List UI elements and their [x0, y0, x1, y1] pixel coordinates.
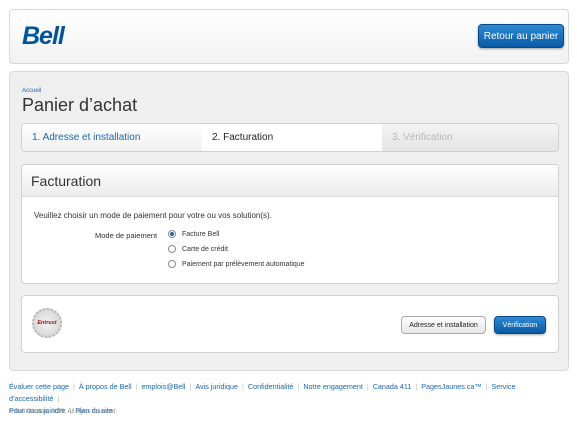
- previous-step-button[interactable]: Adresse et installation: [401, 316, 486, 334]
- action-bar: Entrust Adresse et installation Vérifica…: [21, 295, 559, 353]
- bell-logo[interactable]: Bell: [22, 22, 65, 51]
- radio-bell-bill[interactable]: [168, 230, 176, 238]
- footer-link[interactable]: Confidentialité: [248, 382, 294, 391]
- payment-option-bell-bill[interactable]: Facture Bell: [168, 230, 219, 238]
- step-verification-label: 3. Vérification: [392, 132, 453, 143]
- step-address[interactable]: 1. Adresse et installation: [22, 124, 202, 151]
- verification-button[interactable]: Vérification: [494, 316, 546, 334]
- billing-heading: Facturation: [22, 165, 558, 197]
- footer-link[interactable]: Évaluer cette page: [9, 382, 69, 391]
- radio-credit-card[interactable]: [168, 245, 176, 253]
- payment-option-label: Paiement par prélèvement automatique: [182, 260, 305, 268]
- step-verification: 3. Vérification: [382, 124, 558, 151]
- billing-section: Facturation Veuillez choisir un mode de …: [21, 164, 559, 284]
- step-billing: 2. Facturation: [202, 124, 382, 151]
- payment-option-credit-card[interactable]: Carte de crédit: [168, 245, 228, 253]
- copyright: © Bell Canada, 2009. All rights reserved…: [9, 409, 118, 415]
- footer-link[interactable]: emplois@Bell: [141, 382, 185, 391]
- payment-option-label: Carte de crédit: [182, 245, 228, 253]
- step-address-label: 1. Adresse et installation: [32, 132, 141, 143]
- step-billing-label: 2. Facturation: [212, 132, 274, 143]
- checkout-steps: 1. Adresse et installation 2. Facturatio…: [21, 123, 559, 152]
- footer-link[interactable]: Avis juridique: [195, 382, 238, 391]
- payment-method-label: Mode de paiement: [95, 231, 158, 240]
- radio-auto-debit[interactable]: [168, 260, 176, 268]
- footer-link[interactable]: À propos de Bell: [79, 382, 132, 391]
- footer-link[interactable]: PagesJaunes.ca™: [421, 382, 481, 391]
- footer-link[interactable]: Canada 411: [373, 382, 412, 391]
- footer-link[interactable]: Notre engagement: [303, 382, 363, 391]
- breadcrumb-home[interactable]: Accueil: [22, 88, 41, 94]
- payment-option-label: Facture Bell: [182, 230, 220, 238]
- entrust-seal-text: Entrust: [37, 320, 57, 326]
- payment-option-auto-debit[interactable]: Paiement par prélèvement automatique: [168, 260, 305, 268]
- page-title: Panier d’achat: [22, 95, 138, 115]
- entrust-seal-icon[interactable]: Entrust: [32, 308, 62, 338]
- back-to-cart-button[interactable]: Retour au panier: [478, 24, 564, 48]
- billing-description: Veuillez choisir un mode de paiement pou…: [34, 211, 272, 220]
- checkout-panel: Accueil Panier d’achat 1. Adresse et ins…: [9, 71, 569, 371]
- site-header: Bell Retour au panier: [9, 9, 569, 64]
